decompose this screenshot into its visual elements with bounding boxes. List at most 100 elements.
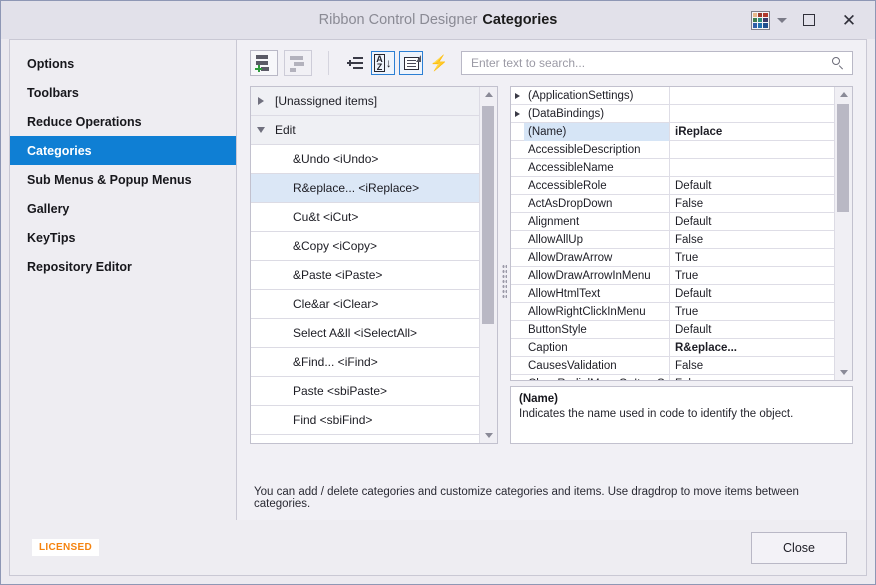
add-category-button[interactable] [250,50,278,76]
property-row-accessibledescription[interactable]: AccessibleDescription [511,140,834,159]
list-item[interactable]: &Paste <iPaste> [251,261,479,290]
property-value[interactable]: Default [670,321,834,339]
property-scroll-track[interactable] [835,102,852,365]
list-item-selected[interactable]: R&eplace... <iReplace> [251,174,479,203]
list-item-label: &Find... <iFind> [293,355,378,369]
alphabetical-sort-button[interactable]: A Z ↓ [371,51,395,75]
search-box[interactable] [461,51,853,75]
sidebar-item-label: Repository Editor [27,259,132,274]
property-value[interactable]: Default [670,177,834,195]
property-row-applicationsettings[interactable]: (ApplicationSettings) [511,87,834,105]
close-window-button[interactable]: ✕ [829,1,869,39]
sidebar-item-keytips[interactable]: KeyTips [10,223,236,252]
chevron-right-icon [258,97,264,105]
property-row-buttonstyle[interactable]: ButtonStyle Default [511,320,834,339]
events-lightning-icon: ⚡ [429,54,449,72]
property-name: (DataBindings) [524,104,670,123]
expander[interactable] [251,97,271,105]
list-scrollbar[interactable] [479,87,497,443]
remove-category-button[interactable] [284,50,312,76]
list-item-label: &Undo <iUndo> [293,152,379,166]
list-item[interactable]: Find <sbiFind> [251,406,479,435]
property-row-databindings[interactable]: (DataBindings) [511,104,834,123]
events-button[interactable]: ⚡ [427,51,451,75]
property-value[interactable]: Default [670,213,834,231]
properties-page-button[interactable] [399,51,423,75]
property-value[interactable] [670,141,834,159]
categories-list: [Unassigned items] Edit &Undo <iUndo> R&… [251,87,479,443]
list-item[interactable]: Cle&ar <iClear> [251,290,479,319]
property-value[interactable]: Default [670,285,834,303]
list-item[interactable]: Select A&ll <iSelectAll> [251,319,479,348]
property-scroll-thumb[interactable] [837,104,849,212]
sidebar-item-sub-menus-popup-menus[interactable]: Sub Menus & Popup Menus [10,165,236,194]
remove-category-icon [289,55,307,72]
property-name: (Name) [524,122,670,141]
panel-splitter[interactable] [498,86,510,476]
list-scroll-track[interactable] [480,102,497,428]
property-value[interactable]: True [670,303,834,321]
property-row-allowrightclickinmenu[interactable]: AllowRightClickInMenu True [511,302,834,321]
close-button[interactable]: Close [751,531,847,564]
property-value[interactable]: True [670,267,834,285]
property-description-title: (Name) [519,393,558,405]
list-group-unassigned-items[interactable]: [Unassigned items] [251,87,479,116]
property-value[interactable]: iReplace [670,123,834,141]
property-value[interactable] [670,87,834,105]
list-scroll-thumb[interactable] [482,106,494,324]
property-value[interactable] [670,159,834,177]
property-grid-scrollbar[interactable] [834,87,852,380]
list-scroll-up-button[interactable] [480,87,497,102]
property-value[interactable]: False [670,357,834,375]
skin-dropdown-button[interactable] [775,7,789,33]
sidebar-item-categories[interactable]: Categories [10,136,236,165]
sidebar-item-toolbars[interactable]: Toolbars [10,78,236,107]
property-row-allowallup[interactable]: AllowAllUp False [511,230,834,249]
list-item[interactable]: &Find... <iFind> [251,348,479,377]
property-row-allowhtmltext[interactable]: AllowHtmlText Default [511,284,834,303]
maximize-button[interactable] [789,1,829,39]
property-row-allowdrawarrowinmenu[interactable]: AllowDrawArrowInMenu True [511,266,834,285]
list-item[interactable]: &Copy <iCopy> [251,232,479,261]
property-scroll-up-button[interactable] [835,87,852,102]
property-row-accessiblerole[interactable]: AccessibleRole Default [511,176,834,195]
list-item[interactable]: Paste <sbiPaste> [251,377,479,406]
sidebar-item-reduce-operations[interactable]: Reduce Operations [10,107,236,136]
property-value[interactable]: False [670,231,834,249]
property-value[interactable]: False [670,195,834,213]
expander[interactable] [511,110,524,117]
expander[interactable] [251,127,271,133]
property-value[interactable]: True [670,249,834,267]
categorized-sort-icon [347,56,363,70]
skin-chooser-button[interactable] [745,7,775,33]
scroll-down-arrow-icon [484,433,493,438]
sidebar-item-repository-editor[interactable]: Repository Editor [10,252,236,281]
property-row-alignment[interactable]: Alignment Default [511,212,834,231]
property-value[interactable]: False [670,375,834,381]
property-row-closeradialmenuonitemclick[interactable]: CloseRadialMenuOnItemC False [511,374,834,381]
property-row-allowdrawarrow[interactable]: AllowDrawArrow True [511,248,834,267]
property-scroll-down-button[interactable] [835,365,852,380]
search-input[interactable] [469,55,832,71]
list-item-label: Paste <sbiPaste> [293,384,388,398]
list-group-edit[interactable]: Edit [251,116,479,145]
sidebar-item-options[interactable]: Options [10,49,236,78]
property-row-name[interactable]: (Name) iReplace [511,122,834,141]
ribbon-control-designer-window: Ribbon Control Designer Categories ✕ Opt… [0,0,876,585]
maximize-icon [803,14,815,26]
toolbar-row: A Z ↓ ⚡ [250,40,853,86]
property-name: CloseRadialMenuOnItemC [524,374,670,380]
list-item[interactable]: Cu&t <iCut> [251,203,479,232]
property-row-accessiblename[interactable]: AccessibleName [511,158,834,177]
property-row-causesvalidation[interactable]: CausesValidation False [511,356,834,375]
property-name: AllowAllUp [524,230,670,249]
categorized-sort-button[interactable] [343,51,367,75]
property-value[interactable]: R&eplace... [670,339,834,357]
list-scroll-down-button[interactable] [480,428,497,443]
property-row-actasdropdown[interactable]: ActAsDropDown False [511,194,834,213]
expander[interactable] [511,92,524,99]
list-item[interactable]: &Undo <iUndo> [251,145,479,174]
property-value[interactable] [670,105,834,123]
sidebar-item-gallery[interactable]: Gallery [10,194,236,223]
property-row-caption[interactable]: Caption R&eplace... [511,338,834,357]
